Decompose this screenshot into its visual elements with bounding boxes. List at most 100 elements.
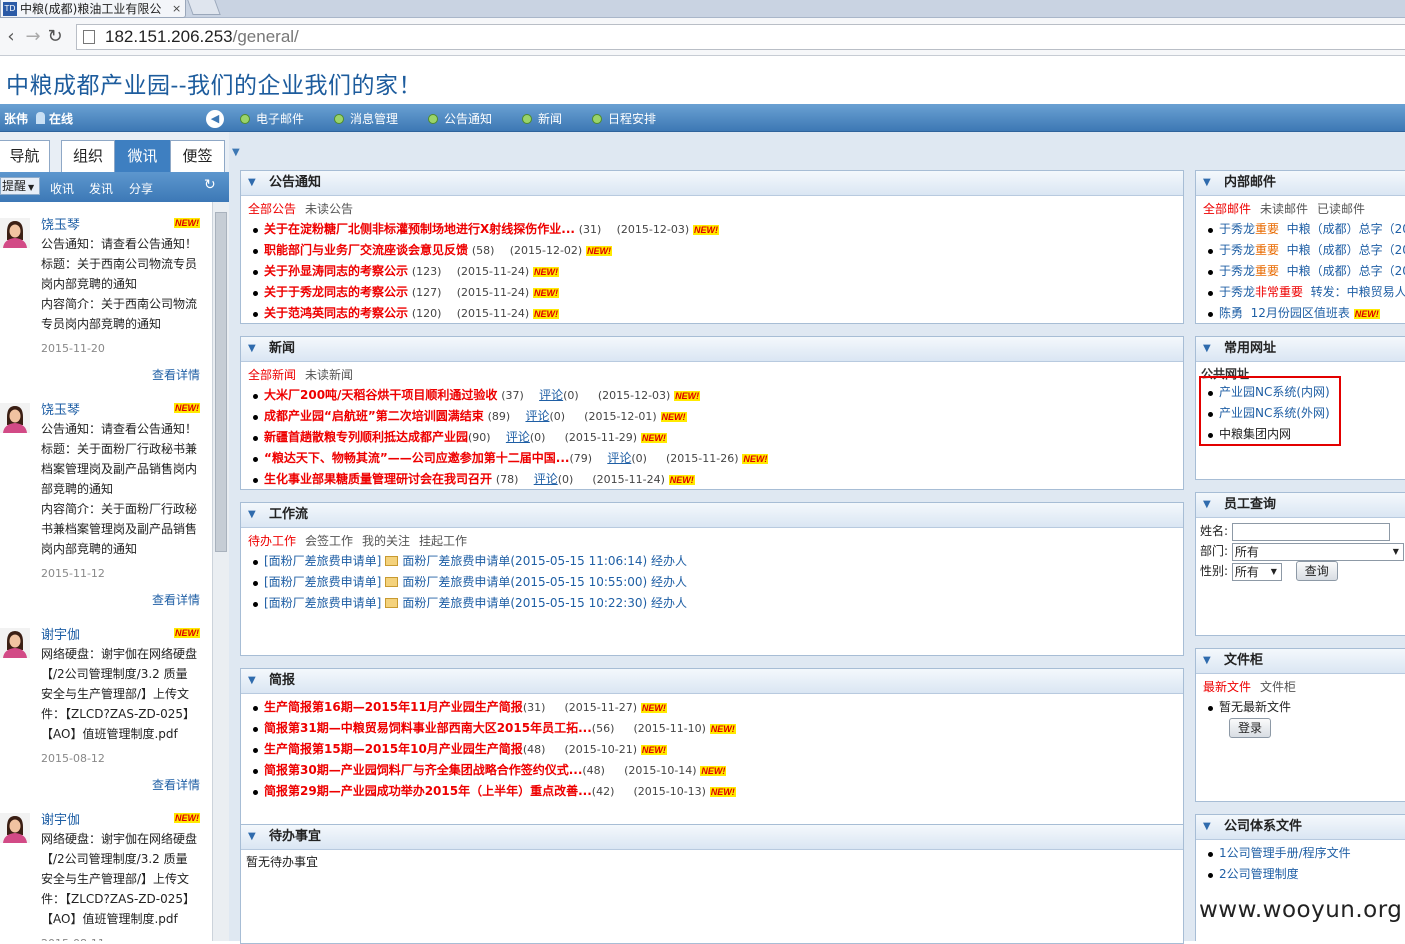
collapse-triangle-icon[interactable]: ▼	[1203, 649, 1211, 673]
filter-all-mail[interactable]: 全部邮件	[1203, 202, 1251, 216]
forward-icon[interactable]: →	[22, 26, 44, 47]
announcement-link[interactable]: 关于范鸿英同志的考察公示	[264, 306, 408, 320]
announcement-link[interactable]: 关于于秀龙同志的考察公示	[264, 285, 408, 299]
subtab-received[interactable]: 收讯	[50, 180, 74, 197]
collapse-triangle-icon[interactable]: ▼	[1203, 337, 1211, 361]
filter-read-mail[interactable]: 已读邮件	[1317, 202, 1365, 216]
filter-todo[interactable]: 待办工作	[248, 534, 296, 548]
sender-name[interactable]: 饶玉琴	[41, 214, 80, 233]
panel-header[interactable]: ▼ 内部邮件	[1196, 171, 1405, 196]
bulletin-link[interactable]: 简报第31期—中粮贸易饲料事业部西南大区2015年员工拓...	[264, 721, 592, 735]
comment-link[interactable]: 评论	[506, 430, 530, 444]
filter-unread[interactable]: 未读新闻	[305, 368, 353, 382]
subtab-share[interactable]: 分享	[129, 180, 153, 197]
gender-select[interactable]: 所有 ▼	[1231, 562, 1282, 581]
view-detail-link[interactable]: 查看详情	[152, 366, 200, 383]
menu-email[interactable]: 电子邮件	[240, 110, 304, 127]
comment-link[interactable]: 评论	[539, 388, 563, 402]
scrollbar-thumb[interactable]	[215, 212, 227, 552]
news-link[interactable]: “粮达天下、物畅其流”——公司应邀参加第十二届中国...	[264, 451, 569, 465]
news-link[interactable]: 成都产业园“启航班”第二次培训圆满结束	[264, 409, 484, 423]
filter-unread-mail[interactable]: 未读邮件	[1260, 202, 1308, 216]
query-button[interactable]: 查询	[1295, 561, 1338, 581]
collapse-triangle-icon[interactable]: ▼	[248, 669, 256, 693]
tab-notes[interactable]: 便签	[170, 140, 225, 172]
back-icon[interactable]: ‹	[0, 26, 22, 47]
panel-header[interactable]: ▼ 公告通知	[241, 171, 1183, 196]
mail-subject-link[interactable]: 中粮（成都）总字（20	[1287, 222, 1405, 236]
filter-cabinet[interactable]: 文件柜	[1260, 680, 1296, 694]
user-status[interactable]: 在线	[49, 112, 73, 126]
doc-link[interactable]: 2公司管理制度	[1219, 867, 1299, 881]
view-detail-link[interactable]: 查看详情	[152, 591, 200, 608]
view-detail-link[interactable]: 查看详情	[152, 776, 200, 793]
tab-organization[interactable]: 组织	[61, 140, 115, 172]
login-button[interactable]: 登录	[1229, 718, 1272, 738]
left-scrollbar[interactable]	[212, 202, 229, 941]
collapse-triangle-icon[interactable]: ▼	[248, 171, 256, 195]
workflow-link[interactable]: 面粉厂差旅费申请单(2015-05-15 10:55:00) 经办人	[402, 575, 687, 589]
sender-name[interactable]: 谢宇伽	[41, 624, 80, 643]
dept-select[interactable]: 所有 ▼	[1231, 542, 1404, 561]
bulletin-link[interactable]: 简报第29期—产业园成功举办2015年（上半年）重点改善...	[264, 784, 592, 798]
panel-header[interactable]: ▼ 新闻	[241, 337, 1183, 362]
announcement-link[interactable]: 关于孙显涛同志的考察公示	[264, 264, 408, 278]
reminder-select[interactable]: 提醒 ▼	[0, 177, 40, 195]
panel-header[interactable]: ▼ 常用网址	[1196, 337, 1405, 362]
tab-navigation[interactable]: 导航	[0, 140, 50, 172]
mail-subject-link[interactable]: 中粮（成都）总字（20	[1287, 264, 1405, 278]
mail-subject-link[interactable]: 转发：中粮贸易人	[1311, 285, 1405, 299]
sender-name[interactable]: 谢宇伽	[41, 809, 80, 828]
filter-suspended[interactable]: 挂起工作	[419, 534, 467, 548]
workflow-link[interactable]: 面粉厂差旅费申请单(2015-05-15 10:22:30) 经办人	[402, 596, 687, 610]
collapse-triangle-icon[interactable]: ▼	[248, 337, 256, 361]
bulletin-link[interactable]: 简报第30期—产业园饲料厂与齐全集团战略合作签约仪式...	[264, 763, 582, 777]
filter-latest-files[interactable]: 最新文件	[1203, 680, 1251, 694]
flow-type-link[interactable]: [面粉厂差旅费申请单]	[264, 554, 381, 568]
refresh-icon[interactable]: ↻	[204, 177, 216, 193]
collapse-triangle-icon[interactable]: ▼	[1203, 493, 1211, 517]
bulletin-link[interactable]: 生产简报第15期—2015年10月产业园生产简报	[264, 742, 523, 756]
collapse-triangle-icon[interactable]: ▼	[1203, 815, 1211, 839]
filter-countersign[interactable]: 会签工作	[305, 534, 353, 548]
workflow-link[interactable]: 面粉厂差旅费申请单(2015-05-15 11:06:14) 经办人	[402, 554, 687, 568]
panel-header[interactable]: ▼ 员工查询	[1196, 493, 1405, 518]
close-tab-icon[interactable]: ×	[172, 2, 181, 15]
doc-link[interactable]: 1公司管理手册/程序文件	[1219, 846, 1351, 860]
filter-following[interactable]: 我的关注	[362, 534, 410, 548]
flow-type-link[interactable]: [面粉厂差旅费申请单]	[264, 575, 381, 589]
menu-news[interactable]: 新闻	[522, 110, 562, 127]
new-tab-button[interactable]	[187, 0, 221, 15]
bulletin-link[interactable]: 生产简报第16期—2015年11月产业园生产简报	[264, 700, 523, 714]
address-bar[interactable]: 182.151.206.253/general/	[76, 24, 1405, 50]
filter-all[interactable]: 全部新闻	[248, 368, 296, 382]
mail-subject-link[interactable]: 中粮（成都）总字（20	[1287, 243, 1405, 257]
menu-announcements[interactable]: 公告通知	[428, 110, 492, 127]
comment-link[interactable]: 评论	[534, 472, 558, 486]
chevron-down-icon[interactable]: ▼	[232, 147, 240, 158]
collapse-triangle-icon[interactable]: ▼	[248, 503, 256, 527]
collapse-triangle-icon[interactable]: ▼	[248, 825, 256, 849]
subtab-sent[interactable]: 发讯	[89, 180, 113, 197]
collapse-triangle-icon[interactable]: ▼	[1203, 171, 1211, 195]
announcement-link[interactable]: 关于在淀粉糖厂北侧非标灌预制场地进行X射线探伤作业...	[264, 222, 575, 236]
panel-header[interactable]: ▼ 待办事宜	[241, 825, 1183, 850]
name-input[interactable]	[1231, 522, 1390, 541]
mail-subject-link[interactable]: 12月份园区值班表	[1251, 306, 1350, 320]
collapse-left-icon[interactable]: ◀	[206, 110, 224, 128]
comment-link[interactable]: 评论	[607, 451, 631, 465]
news-link[interactable]: 大米厂200吨/天稻谷烘干项目顺利通过验收	[264, 388, 497, 402]
filter-all[interactable]: 全部公告	[248, 202, 296, 216]
announcement-link[interactable]: 职能部门与业务厂交流座谈会意见反馈	[264, 243, 468, 257]
filter-unread[interactable]: 未读公告	[305, 202, 353, 216]
browser-tab[interactable]: TD 中粮(成都)粮油工业有限公 ×	[0, 0, 186, 18]
menu-messages[interactable]: 消息管理	[334, 110, 398, 127]
panel-header[interactable]: ▼ 工作流	[241, 503, 1183, 528]
panel-header[interactable]: ▼ 公司体系文件	[1196, 815, 1405, 840]
sender-name[interactable]: 饶玉琴	[41, 399, 80, 418]
panel-header[interactable]: ▼ 简报	[241, 669, 1183, 694]
panel-header[interactable]: ▼ 文件柜	[1196, 649, 1405, 674]
news-link[interactable]: 生化事业部果糖质量管理研讨会在我司召开	[264, 472, 492, 486]
tab-microtalk[interactable]: 微讯	[115, 140, 170, 172]
menu-schedule[interactable]: 日程安排	[592, 110, 656, 127]
